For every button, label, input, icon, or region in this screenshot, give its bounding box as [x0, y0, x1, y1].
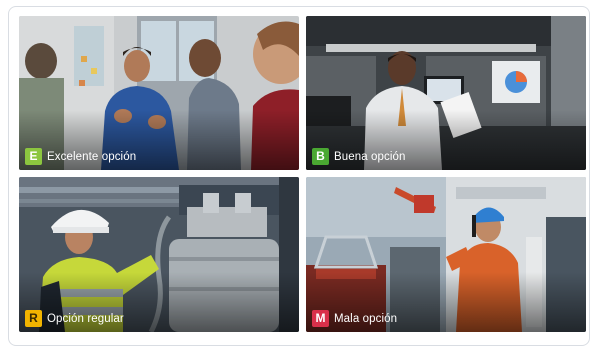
option-card-buena[interactable]: B Buena opción: [306, 16, 586, 170]
option-card-mala[interactable]: M Mala opción: [306, 177, 586, 332]
option-card-excelente[interactable]: E Excelente opción: [19, 16, 299, 170]
good-badge: B: [312, 148, 329, 165]
option-label: Opción regular: [47, 312, 124, 325]
bad-badge: M: [312, 310, 329, 327]
regular-badge: R: [25, 310, 42, 327]
option-label: Mala opción: [334, 312, 398, 325]
excellent-badge: E: [25, 148, 42, 165]
option-card-regular[interactable]: R Opción regular: [19, 177, 299, 332]
option-label: Excelente opción: [47, 150, 137, 163]
option-label: Buena opción: [334, 150, 406, 163]
